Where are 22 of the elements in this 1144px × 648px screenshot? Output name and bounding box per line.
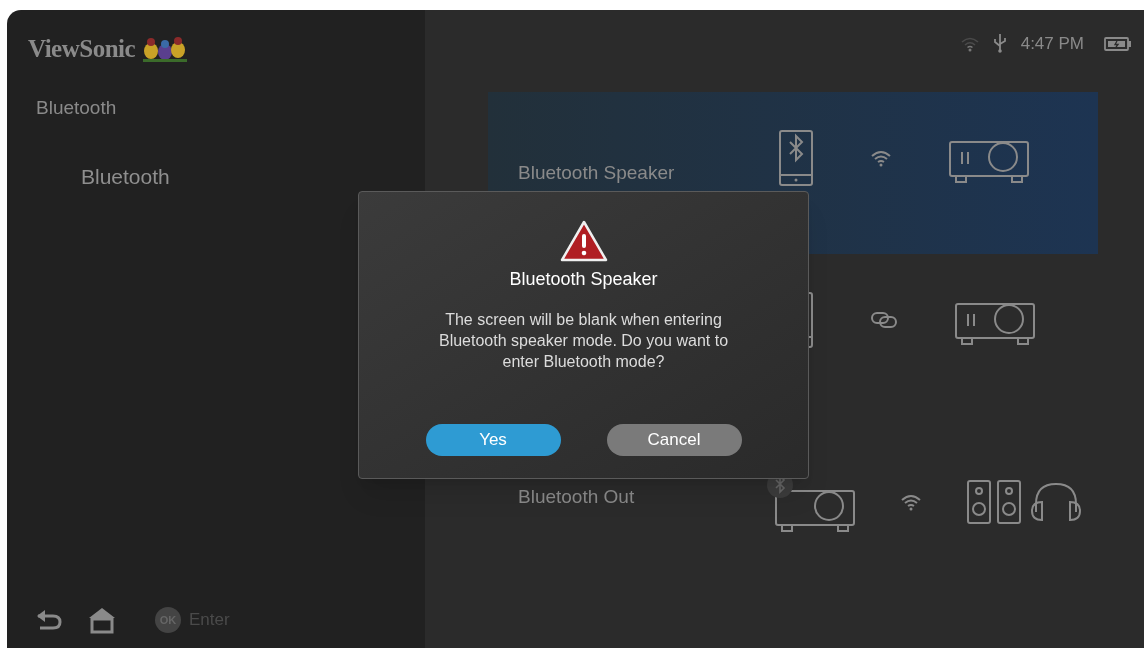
dialog-button[interactable]: Cancel: [606, 424, 742, 456]
link-icon: [870, 311, 898, 329]
sidebar-title: Bluetooth: [35, 96, 118, 120]
dialog-button[interactable]: Yes: [425, 424, 561, 456]
wifi-icon: [900, 493, 922, 511]
birds-logo-icon: [141, 34, 190, 64]
dialog-title: Bluetooth Speaker: [509, 268, 658, 291]
wifi-icon: [870, 149, 892, 167]
option-label: Bluetooth Speaker: [518, 161, 675, 183]
usb-icon: [992, 33, 1007, 53]
brand-logo-text: ViewSonic: [28, 34, 136, 65]
battery-icon: [1104, 37, 1132, 51]
wifi-icon: [960, 36, 979, 52]
option-label: Bluetooth Out: [518, 485, 635, 507]
speakers-icon: [966, 479, 1022, 525]
home-icon[interactable]: [87, 606, 117, 634]
warning-icon: [558, 219, 609, 263]
headphones-icon: [1028, 482, 1084, 522]
dialog-message: The screen will be blank when entering Bluetooth speaker mode. Do you want to enter Bluetooth mode?: [437, 310, 730, 372]
back-icon[interactable]: [35, 609, 63, 631]
clock-time: 4:47 PM: [1020, 33, 1084, 55]
sidebar-item[interactable]: Bluetooth: [81, 160, 425, 192]
